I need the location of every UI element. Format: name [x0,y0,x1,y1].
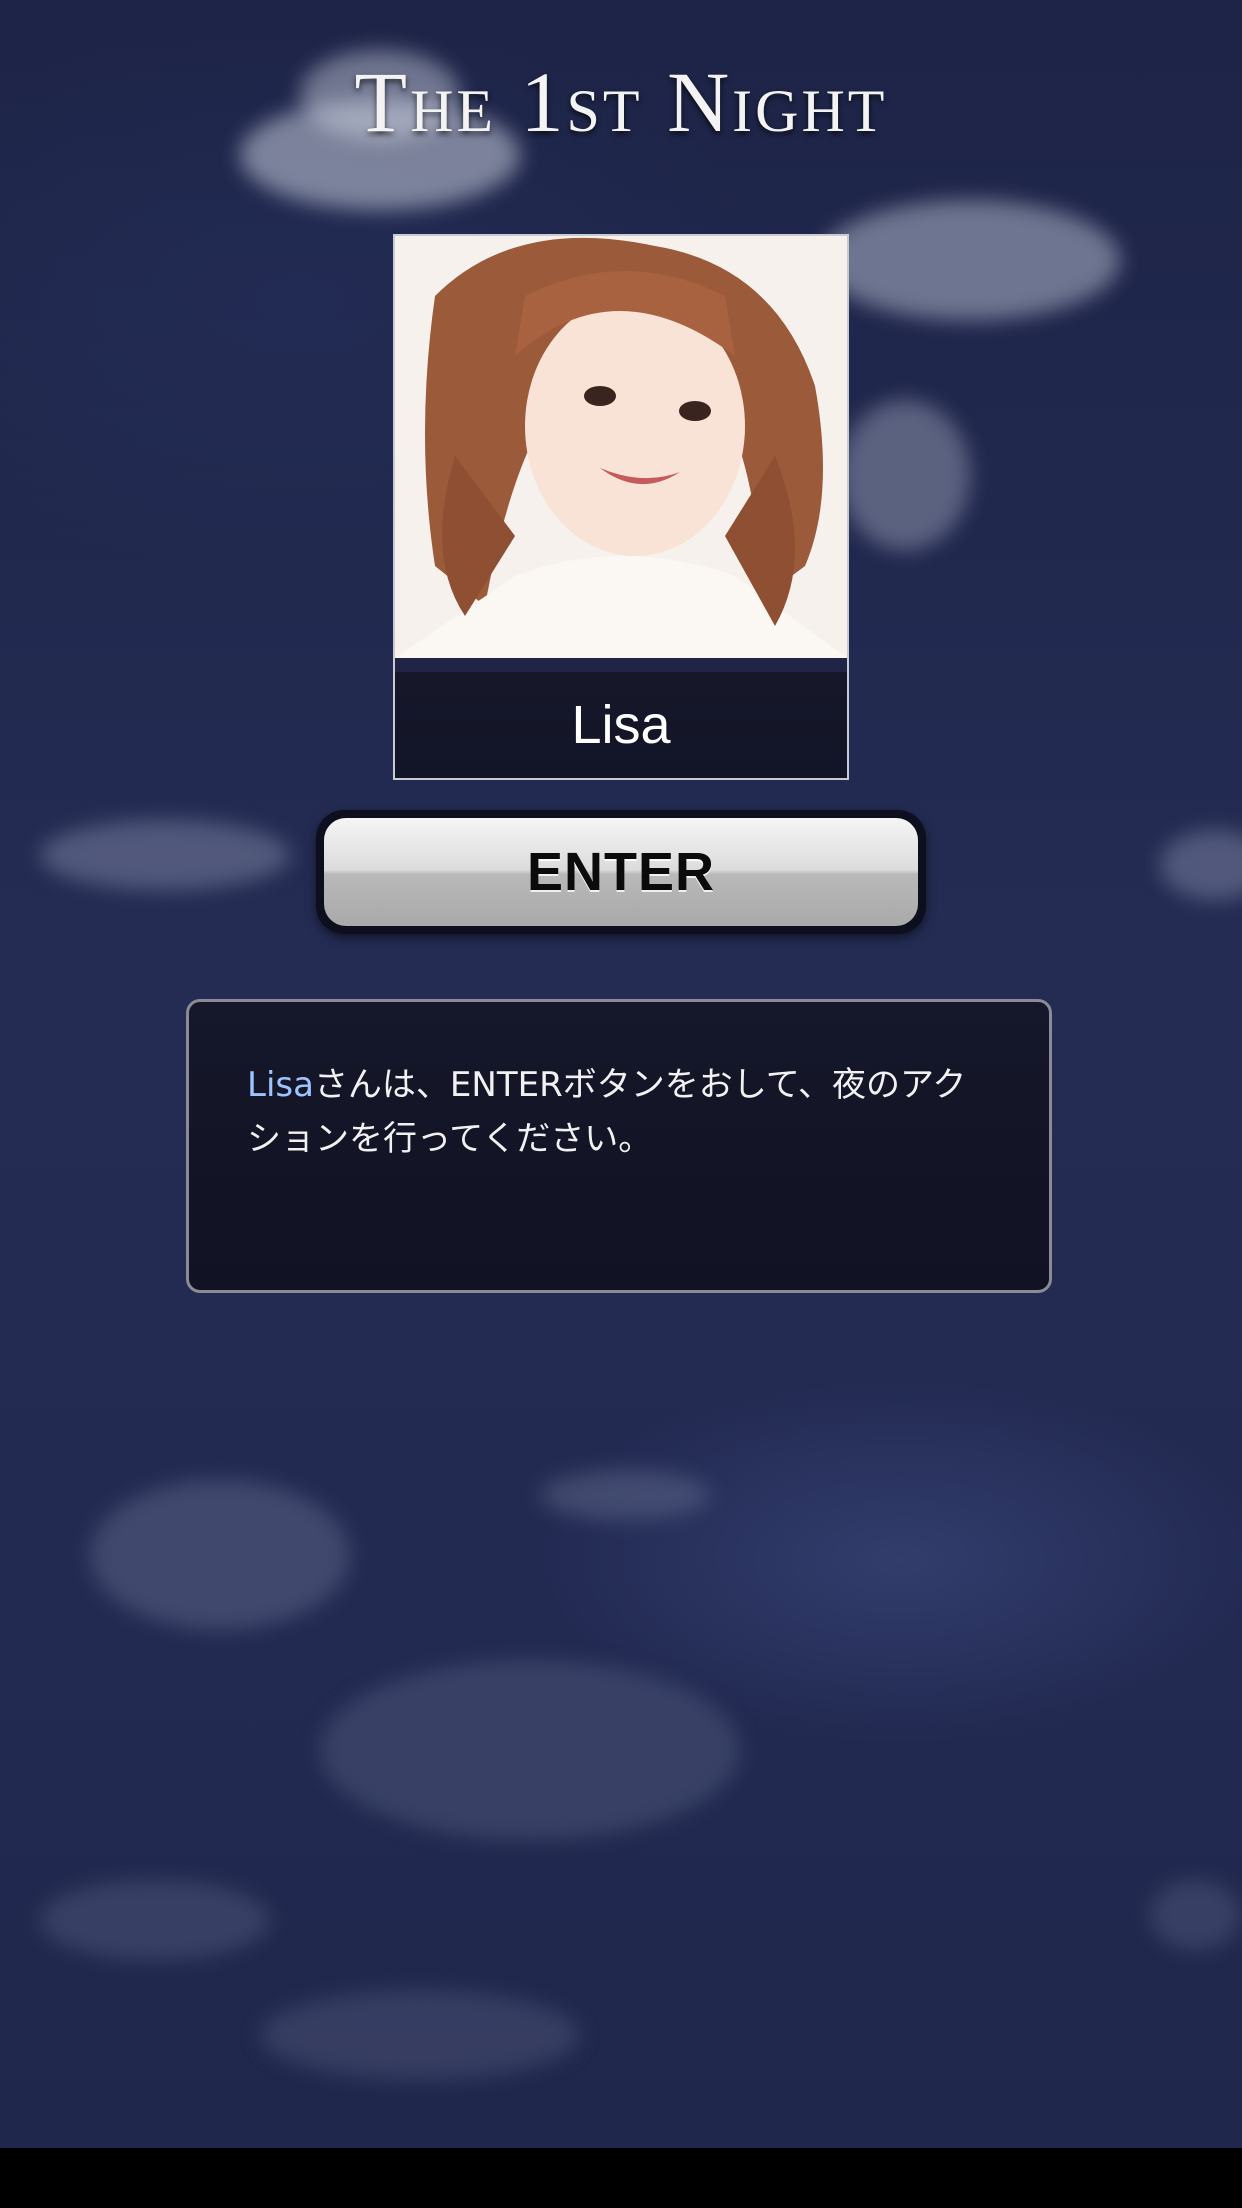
player-photo [395,236,847,658]
message-body: さんは、ENTERボタンをおして、夜のアクションを行ってください。 [247,1065,967,1159]
message-player-name: Lisa [247,1065,314,1105]
page-title: The 1st Night [354,54,888,150]
instruction-message-box: Lisaさんは、ENTERボタンをおして、夜のアクションを行ってください。 [186,999,1052,1293]
cloud [1150,1880,1240,1950]
cloud [320,1660,740,1840]
card-divider [395,658,847,672]
enter-button-frame: ENTER [316,810,926,934]
player-card: Lisa [393,234,849,780]
cloud [260,1990,580,2080]
bottom-black-bar [0,2148,1242,2208]
enter-button[interactable]: ENTER [324,818,918,926]
cloud [40,820,290,890]
player-name: Lisa [395,672,847,778]
cloud [540,1470,710,1520]
cloud [40,1880,270,1960]
cloud [1160,830,1242,900]
cloud [840,400,970,550]
cloud [90,1480,350,1630]
instruction-message: Lisaさんは、ENTERボタンをおして、夜のアクションを行ってください。 [247,1058,987,1166]
cloud [820,200,1120,320]
